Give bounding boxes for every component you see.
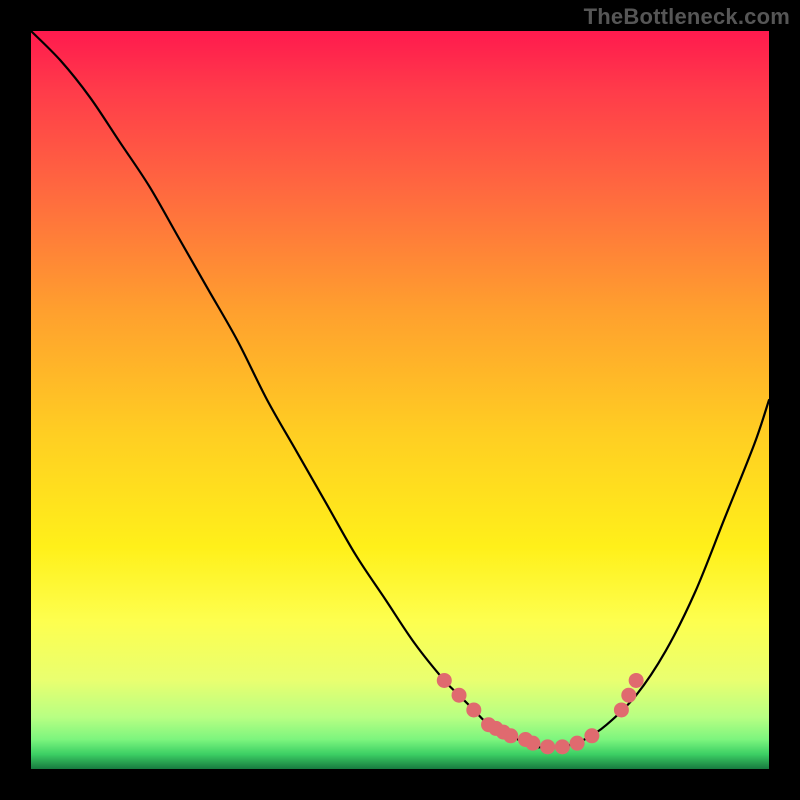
highlight-dot: [584, 728, 599, 743]
highlight-dot: [525, 736, 540, 751]
highlight-dot: [555, 739, 570, 754]
highlight-dot: [540, 739, 555, 754]
watermark-text: TheBottleneck.com: [584, 4, 790, 30]
highlight-dot: [466, 702, 481, 717]
highlight-dot: [503, 728, 518, 743]
highlight-dot: [437, 673, 452, 688]
highlight-dot: [452, 688, 467, 703]
highlight-dots: [437, 673, 644, 754]
highlight-dot: [570, 736, 585, 751]
highlight-dot: [621, 688, 636, 703]
plot-area: [31, 31, 769, 769]
highlight-dot: [614, 702, 629, 717]
curve-layer: [31, 31, 769, 769]
chart-frame: TheBottleneck.com: [0, 0, 800, 800]
highlight-dot: [629, 673, 644, 688]
bottleneck-curve: [31, 31, 769, 747]
